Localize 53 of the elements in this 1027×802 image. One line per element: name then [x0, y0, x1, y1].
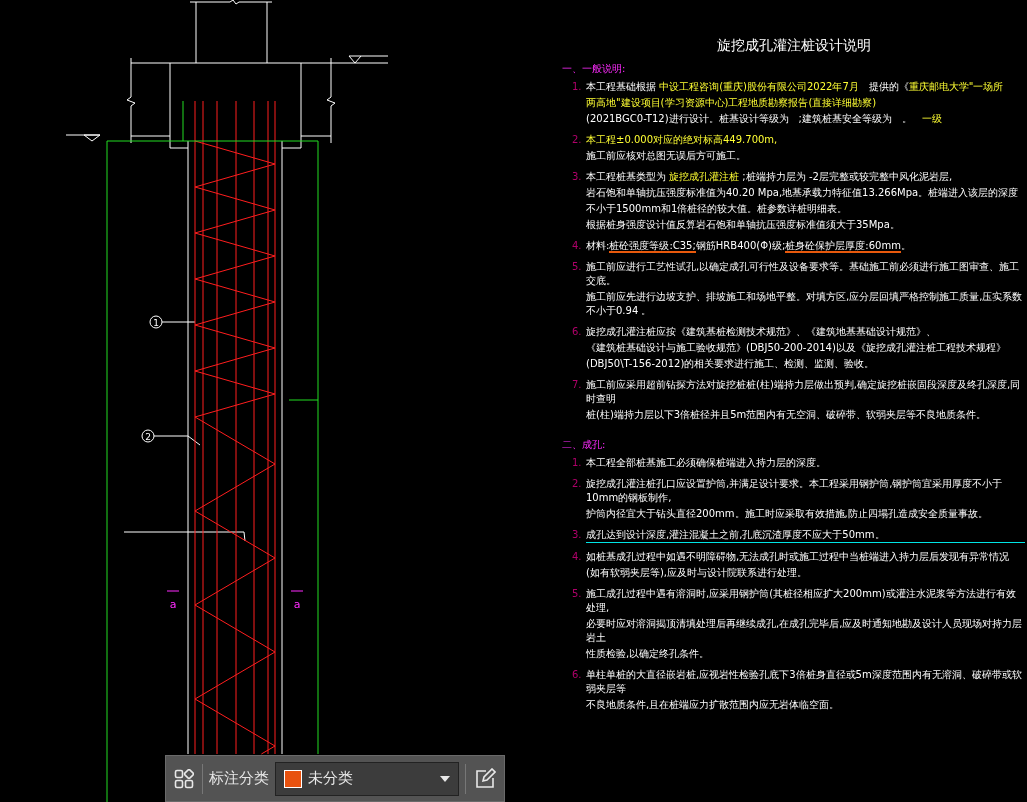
section-mark: a	[293, 598, 301, 611]
item-number: 2.	[572, 477, 583, 491]
note-line: 根据桩身强度设计值反算岩石饱和单轴抗压强度标准值须大于35Mpa。	[586, 218, 901, 232]
note-line: 施工前应先进行边坡支护、排坡施工和场地平整。对填方区,应分层回填严格控制施工质量,压实系数不小于0.94 。	[586, 290, 1024, 318]
caret-icon	[440, 775, 450, 782]
note-line: 施工前应进行工艺性试孔,以确定成孔可行性及设备要求等。基础施工前必须进行施工图审查、施工交底。	[586, 260, 1021, 288]
section-heading: 二、成孔:	[562, 438, 607, 452]
callout-number: 1	[153, 317, 159, 328]
item-number: 6.	[572, 668, 583, 682]
callout-number: 2	[145, 431, 151, 442]
item-number: 4.	[572, 550, 583, 564]
note-line: 两高地"建设项目(学习资源中心)工程地质勘察报告(直接详细勘察)	[586, 96, 878, 110]
note-line: 本工程±0.000对应的绝对标高449.700m,	[586, 133, 779, 147]
note-line: 旋挖成孔灌注桩应按《建筑基桩检测技术规范》、《建筑地基基础设计规范》、	[586, 325, 937, 339]
note-line: 桩(柱)端持力层以下3倍桩径并且5m范围内有无空洞、破碎带、软弱夹层等不良地质条件。	[586, 408, 988, 422]
note-line: 如桩基成孔过程中如遇不明障碍物,无法成孔时或施工过程中当桩端进入持力层后发现有异常情况	[586, 550, 1011, 564]
item-number: 4.	[572, 239, 583, 253]
section-mark: a	[169, 598, 177, 611]
note-line: 不良地质条件,且在桩端应力扩散范围内应无岩体临空面。	[586, 698, 841, 712]
item-number: 7.	[572, 378, 583, 392]
note-line: (如有软弱夹层等),应及时与设计院联系进行处理。	[586, 566, 808, 580]
note-line: 材料:桩砼强度等级:C35;钢筋HRB400(Φ)级;桩身砼保护层厚度:60mm。	[586, 239, 912, 253]
item-number: 2.	[572, 133, 583, 147]
note-line: 不小于1500mm和1倍桩径的较大值。桩参数详桩明细表。	[586, 202, 849, 216]
dimension-line	[106, 753, 108, 802]
note-line: 性质检验,以确定终孔条件。	[586, 647, 711, 661]
item-number: 3.	[572, 528, 583, 542]
section-heading: 一、一般说明:	[562, 62, 627, 76]
grid-icon[interactable]	[172, 766, 196, 791]
note-line: 必要时应对溶洞揭顶清填处理后再继续成孔,在成孔完毕后,应及时通知地勘及设计人员现场对持力层岩土	[586, 617, 1024, 645]
item-number: 5.	[572, 260, 583, 274]
note-line: 本工程全部桩基施工必须确保桩端进入持力层的深度。	[586, 456, 827, 470]
item-number: 3.	[572, 170, 583, 184]
note-line: 《建筑桩基础设计与施工验收规范》(DBJ50-200-2014)以及《旋挖成孔灌注桩工程技术规程》	[586, 341, 1007, 355]
note-line: 岩石饱和单轴抗压强度标准值为40.20 Mpa,地基承载力特征值13.266Mpa。桩端进入该层的深度	[586, 186, 1020, 200]
note-line: (2021BGC0-T12)进行设计。桩基设计等级为 ;建筑桩基安全等级为 。 一级	[586, 112, 943, 126]
note-line: (DBJ50\T-156-2012)的相关要求进行施工、检测、监测、验收。	[586, 357, 876, 371]
item-number: 5.	[572, 587, 583, 601]
item-number: 6.	[572, 325, 583, 339]
toolbar-label: 标注分类	[209, 769, 269, 788]
note-line: 施工前应采用超前钻探方法对旋挖桩桩(柱)端持力层做出预判,确定旋挖桩嵌固段深度及终孔深度,同时查明	[586, 378, 1022, 406]
note-line: 本工程桩基类型为 旋挖成孔灌注桩 ;桩端持力层为 -2层完整或较完整中风化泥岩层,	[586, 170, 954, 184]
notes-title: 旋挖成孔灌注桩设计说明	[715, 38, 872, 52]
category-dropdown[interactable]: 未分类	[275, 761, 459, 796]
item-number: 1.	[572, 456, 583, 470]
note-line: 成孔达到设计深度,灌注混凝土之前,孔底沉渣厚度不应大于50mm。	[586, 528, 1025, 543]
item-number: 1.	[572, 80, 583, 94]
note-line: 施工前应核对总图无误后方可施工。	[586, 149, 747, 163]
note-line: 单柱单桩的大直径嵌岩桩,应视岩性检验孔底下3倍桩身直径或5m深度范围内有无溶洞、破碎带或软弱夹层等	[586, 668, 1023, 696]
note-line: 旋挖成孔灌注桩孔口应设置护筒,并满足设计要求。本工程采用钢护筒,钢护筒宜采用厚度不小于10mm的钢板制作,	[586, 477, 1004, 505]
note-line: 本工程基础根据 中设工程咨询(重庆)股份有限公司2022年7月 提供的《重庆邮电大学"一场所	[586, 80, 1005, 94]
note-line: 施工成孔过程中遇有溶洞时,应采用钢护筒(其桩径相应扩大200mm)或灌注水泥浆等方法进行有效处理,	[586, 587, 1017, 615]
note-line: 护筒内径宜大于钻头直径200mm。施工时应采取有效措施,防止四塌孔造成安全质量事故。	[586, 507, 989, 521]
